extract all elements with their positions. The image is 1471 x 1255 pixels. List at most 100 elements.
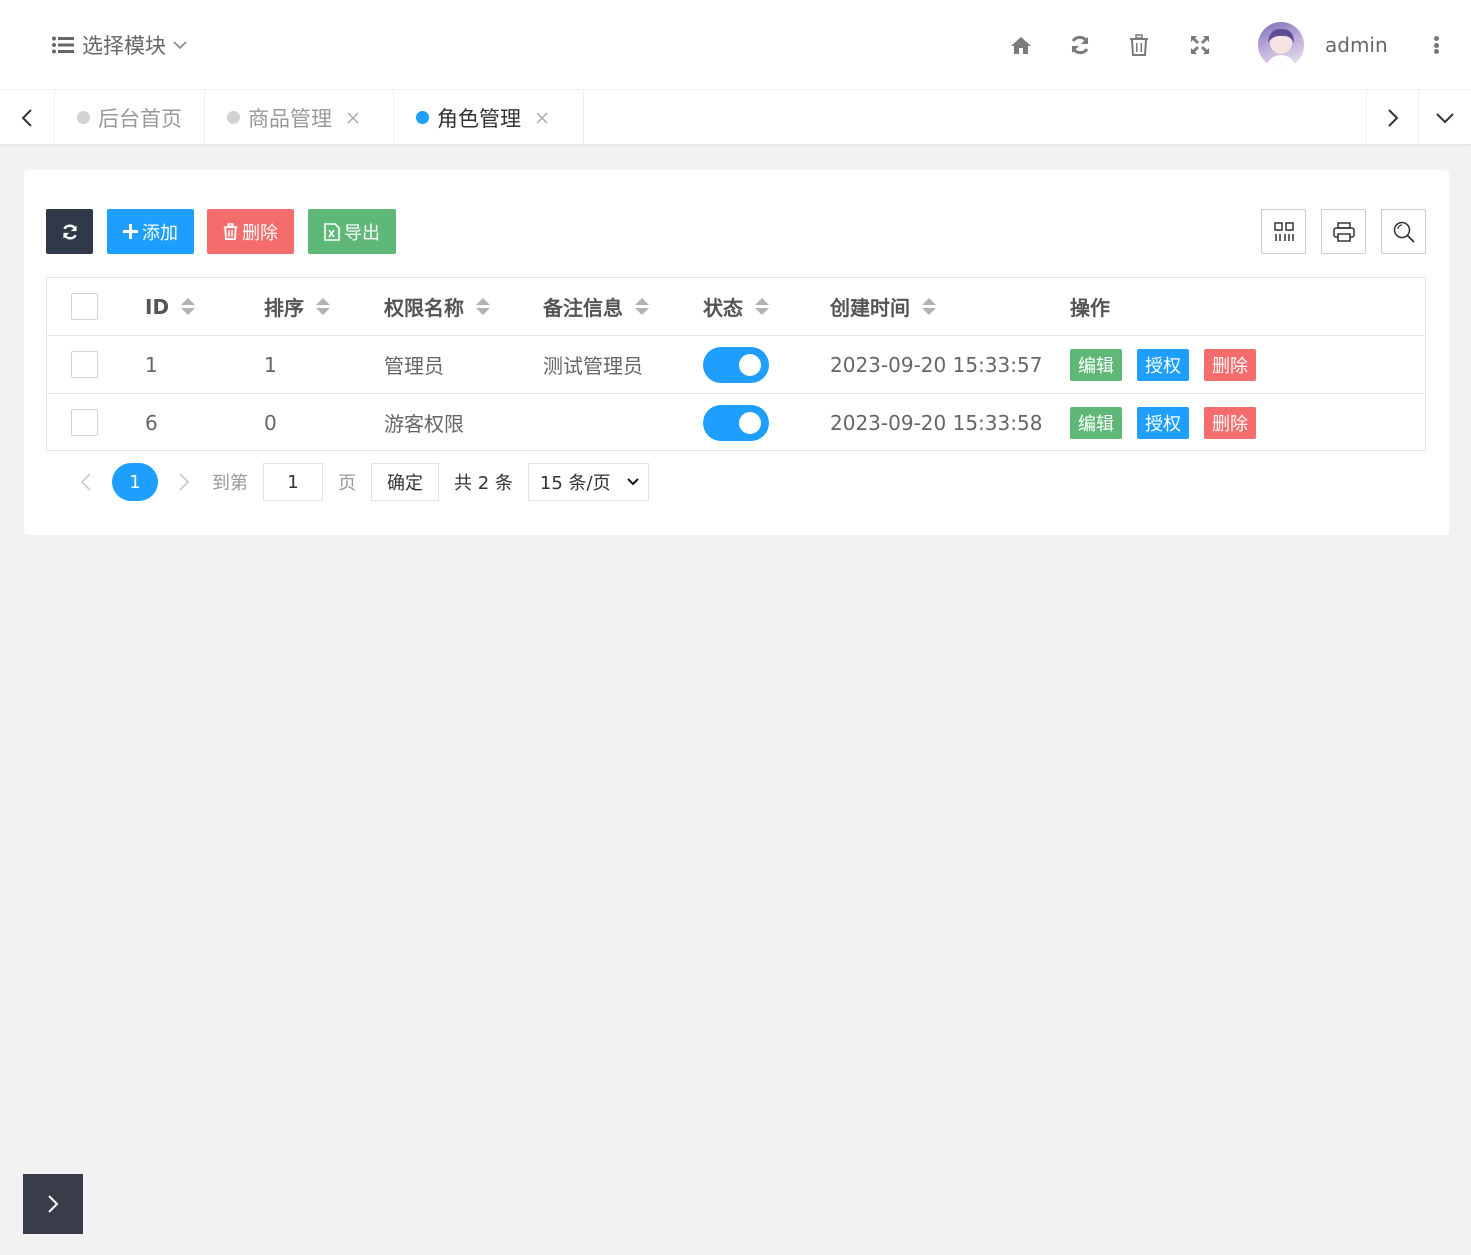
goto-page-input[interactable]: [263, 463, 323, 501]
goto-label: 到第: [212, 473, 248, 494]
excel-file-icon: [324, 222, 340, 241]
sort-icon[interactable]: [476, 298, 490, 315]
cell-name: 管理员: [384, 354, 444, 378]
roles-table: ID 排序 权限名称 备注信息 状态 创建时间 操作 1 1 管理员 测试管理员…: [46, 277, 1426, 451]
cell-remark: 测试管理员: [543, 354, 643, 378]
tab-home[interactable]: 后台首页: [55, 90, 205, 145]
module-select[interactable]: 选择模块: [52, 30, 188, 60]
goto-confirm-button[interactable]: 确定: [371, 463, 439, 501]
search-icon: [1393, 221, 1415, 243]
row-checkbox[interactable]: [71, 409, 98, 436]
sort-icon[interactable]: [922, 298, 936, 315]
avatar[interactable]: [1258, 22, 1304, 68]
username[interactable]: admin: [1325, 33, 1388, 57]
edit-button[interactable]: 编辑: [1070, 406, 1122, 439]
add-button-label: 添加: [142, 222, 178, 244]
column-header-status: 状态: [703, 296, 743, 320]
columns-icon: [1273, 221, 1294, 241]
main-card: 添加 删除 导出 ID 排序 权限名称 备注信息 状态 创建时间 操作 1 1: [24, 170, 1449, 535]
select-all-checkbox[interactable]: [71, 293, 98, 320]
total-count: 共 2 条: [454, 473, 513, 494]
table-row: 6 0 游客权限 2023-09-20 15:33:58 编辑 授权 删除: [47, 394, 1425, 452]
print-button[interactable]: [1321, 209, 1366, 254]
status-toggle[interactable]: [703, 404, 769, 441]
prev-page-button[interactable]: [74, 463, 98, 501]
delete-button[interactable]: 删除: [1204, 348, 1256, 381]
add-button[interactable]: 添加: [107, 209, 194, 254]
table-header-row: ID 排序 权限名称 备注信息 状态 创建时间 操作: [47, 278, 1425, 336]
print-icon: [1332, 221, 1355, 242]
top-header: 选择模块 admin: [0, 0, 1471, 90]
edit-button[interactable]: 编辑: [1070, 348, 1122, 381]
tab-label: 角色管理: [437, 106, 521, 131]
tab-scroll-right-button[interactable]: [1366, 90, 1419, 145]
column-header-sort: 排序: [264, 296, 304, 320]
next-page-button[interactable]: [172, 463, 196, 501]
tab-dot-icon: [77, 111, 90, 124]
close-icon[interactable]: [535, 111, 549, 125]
search-button[interactable]: [1381, 209, 1426, 254]
table-row: 1 1 管理员 测试管理员 2023-09-20 15:33:57 编辑 授权 …: [47, 336, 1425, 394]
chevron-left-icon: [80, 473, 91, 491]
cell-id: 6: [145, 410, 158, 435]
home-icon[interactable]: [1009, 33, 1033, 57]
page-size-value: 15 条/页: [539, 473, 611, 494]
module-select-label: 选择模块: [82, 34, 166, 58]
chevron-down-icon: [1436, 112, 1454, 123]
cell-created: 2023-09-20 15:33:57: [830, 352, 1043, 377]
chevron-right-icon: [1387, 108, 1398, 127]
trash-icon[interactable]: [1127, 33, 1151, 57]
column-header-actions: 操作: [1070, 296, 1110, 320]
close-icon[interactable]: [346, 111, 360, 125]
page-size-select[interactable]: 15 条/页: [527, 463, 649, 501]
cell-created: 2023-09-20 15:33:58: [830, 410, 1043, 435]
export-button[interactable]: 导出: [308, 209, 396, 254]
column-header-name: 权限名称: [384, 296, 464, 320]
chevron-down-icon: [173, 41, 187, 50]
chevron-down-icon: [627, 478, 639, 486]
tab-product-management[interactable]: 商品管理: [205, 90, 394, 145]
tabs-bar: 后台首页 商品管理 角色管理: [0, 90, 1471, 145]
chevron-right-icon: [179, 473, 190, 491]
tab-dot-icon: [227, 111, 240, 124]
sort-icon[interactable]: [755, 298, 769, 315]
sort-icon[interactable]: [316, 298, 330, 315]
column-header-remark: 备注信息: [543, 296, 623, 320]
refresh-icon[interactable]: [1068, 33, 1092, 57]
sidebar-toggle-button[interactable]: [23, 1174, 83, 1234]
current-page-button[interactable]: 1: [112, 463, 158, 501]
batch-delete-button[interactable]: 删除: [207, 209, 294, 254]
refresh-button[interactable]: [46, 209, 93, 254]
tab-role-management[interactable]: 角色管理: [394, 90, 584, 145]
sort-icon[interactable]: [181, 298, 196, 315]
row-checkbox[interactable]: [71, 351, 98, 378]
sort-icon[interactable]: [635, 298, 649, 315]
tab-label: 后台首页: [98, 106, 182, 131]
authorize-button[interactable]: 授权: [1137, 406, 1189, 439]
export-button-label: 导出: [344, 222, 380, 244]
fullscreen-icon[interactable]: [1188, 33, 1212, 57]
columns-filter-button[interactable]: [1261, 209, 1306, 254]
plus-icon: [123, 224, 138, 239]
trash-icon: [223, 223, 238, 240]
column-header-created: 创建时间: [830, 296, 910, 320]
list-icon: [52, 36, 74, 54]
tab-menu-button[interactable]: [1419, 90, 1471, 145]
cell-sort: 1: [264, 352, 277, 377]
column-header-id: ID: [145, 294, 170, 319]
delete-button[interactable]: 删除: [1204, 406, 1256, 439]
more-icon[interactable]: [1428, 33, 1444, 57]
chevron-right-icon: [48, 1195, 59, 1213]
refresh-icon: [62, 224, 77, 239]
pagination: 1 到第 页 确定 共 2 条 15 条/页: [74, 463, 649, 501]
cell-sort: 0: [264, 410, 277, 435]
tab-dot-icon: [416, 111, 429, 124]
cell-name: 游客权限: [384, 412, 464, 436]
status-toggle[interactable]: [703, 346, 769, 383]
chevron-left-icon: [21, 108, 32, 127]
tab-label: 商品管理: [248, 106, 332, 131]
delete-button-label: 删除: [242, 222, 278, 244]
tab-scroll-left-button[interactable]: [0, 90, 55, 145]
authorize-button[interactable]: 授权: [1137, 348, 1189, 381]
cell-id: 1: [145, 352, 158, 377]
